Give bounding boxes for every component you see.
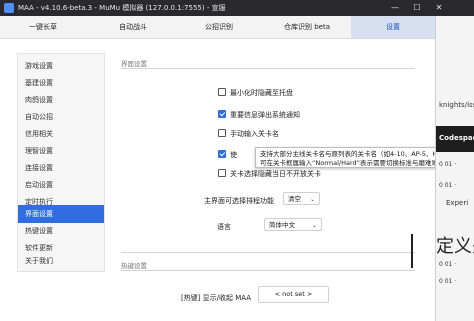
hotkey-label: [热键] 显示/收起 MAA — [181, 294, 252, 302]
manual-stage-input-checkbox[interactable] — [218, 129, 226, 137]
app-icon — [4, 3, 14, 13]
tab-one-key[interactable]: 一键长草 — [14, 16, 72, 38]
sidebar-item-recruit[interactable]: 自动公招 — [18, 109, 104, 126]
hide-closed-stages-label: 关卡选择隐藏当日不开放关卡 — [230, 170, 321, 178]
section-divider — [121, 270, 415, 271]
sidebar-item-credit[interactable]: 信用相关 — [18, 126, 104, 143]
tab-auto-battle[interactable]: 自动战斗 — [104, 16, 162, 38]
sidebar-item-startup[interactable]: 启动设置 — [18, 177, 104, 194]
chevron-down-icon: ⌄ — [311, 222, 317, 229]
main-tabs: 一键长草 自动战斗 公招识别 仓库识别 beta 设置 — [0, 16, 435, 39]
bg-text: Experi — [446, 199, 469, 207]
sidebar-item-ui[interactable]: 界面设置 — [18, 205, 104, 223]
sidebar-item-infrast[interactable]: 基建设置 — [18, 75, 104, 92]
sidebar-item-hotkey[interactable]: 热键设置 — [18, 223, 104, 240]
bg-text: 0 01 · — [439, 161, 457, 168]
hide-closed-stages-checkbox[interactable] — [218, 169, 226, 177]
language-value: 简体中文 — [269, 221, 295, 229]
bg-text: 0 01 · — [439, 182, 457, 189]
tab-settings[interactable]: 设置 — [351, 16, 435, 38]
sidebar-item-roguelike[interactable]: 肉鸽设置 — [18, 92, 104, 109]
background-window: knights/issu Codespac 0 01 · 0 01 · Expe… — [435, 16, 474, 321]
toast-notification-checkbox[interactable] — [218, 110, 226, 118]
window-title: MAA - v4.10.6-beta.3 - MuMu 模拟器 (127.0.0… — [18, 4, 226, 12]
bg-dark-panel: Codespac — [436, 126, 474, 152]
section-title-hotkey: 热键设置 — [121, 262, 147, 270]
chevron-down-icon: ⌄ — [309, 196, 315, 203]
maximize-button[interactable]: ☐ — [406, 0, 428, 16]
title-bar: MAA - v4.10.6-beta.3 - MuMu 模拟器 (127.0.0… — [0, 0, 474, 16]
settings-sidebar: 游戏设置 基建设置 肉鸽设置 自动公招 信用相关 理智设置 连接设置 启动设置 … — [17, 53, 105, 272]
section-divider — [121, 68, 415, 69]
scrollbar-thumb[interactable] — [411, 234, 413, 268]
hotkey-row: [热键] 显示/收起 MAA < not set > — [0, 282, 435, 321]
language-label: 语言 — [217, 223, 231, 231]
minimize-to-tray-checkbox[interactable] — [218, 88, 226, 96]
sidebar-item-sanity[interactable]: 理智设置 — [18, 143, 104, 160]
bg-text: 0 01 · — [439, 261, 457, 268]
hotkey-input[interactable]: < not set > — [258, 286, 329, 303]
tab-depot[interactable]: 仓库识别 beta — [272, 16, 342, 38]
task-order-value: 清空 — [288, 195, 301, 203]
toast-notification-label: 重要信息弹出系统通知 — [230, 111, 300, 119]
minimize-to-tray-label: 最小化时隐藏至托盘 — [230, 89, 293, 97]
tab-recruit[interactable]: 公招识别 — [190, 16, 248, 38]
close-button[interactable]: ✕ — [428, 0, 450, 16]
task-order-select[interactable]: 清空 ⌄ — [283, 192, 320, 205]
sidebar-item-connection[interactable]: 连接设置 — [18, 160, 104, 177]
task-order-label: 主界面可选择排程功能 — [204, 197, 274, 205]
section-divider — [121, 252, 415, 253]
language-select[interactable]: 简体中文 ⌄ — [264, 218, 322, 231]
bg-text: knights/issu — [439, 101, 474, 109]
manual-stage-input-label: 手动输入关卡名 — [230, 130, 279, 138]
sidebar-item-about[interactable]: 关于我们 — [18, 253, 104, 270]
bg-text: Codespac — [439, 134, 474, 142]
minimize-button[interactable]: — — [384, 0, 406, 16]
bg-heading: 定义关 — [436, 236, 474, 257]
show-stage-checkbox[interactable] — [218, 150, 226, 158]
show-stage-label: 使 — [230, 151, 237, 159]
sidebar-item-game[interactable]: 游戏设置 — [18, 58, 104, 75]
bg-text: 0 01 · — [439, 278, 457, 285]
section-title-ui: 界面设置 — [121, 60, 147, 68]
